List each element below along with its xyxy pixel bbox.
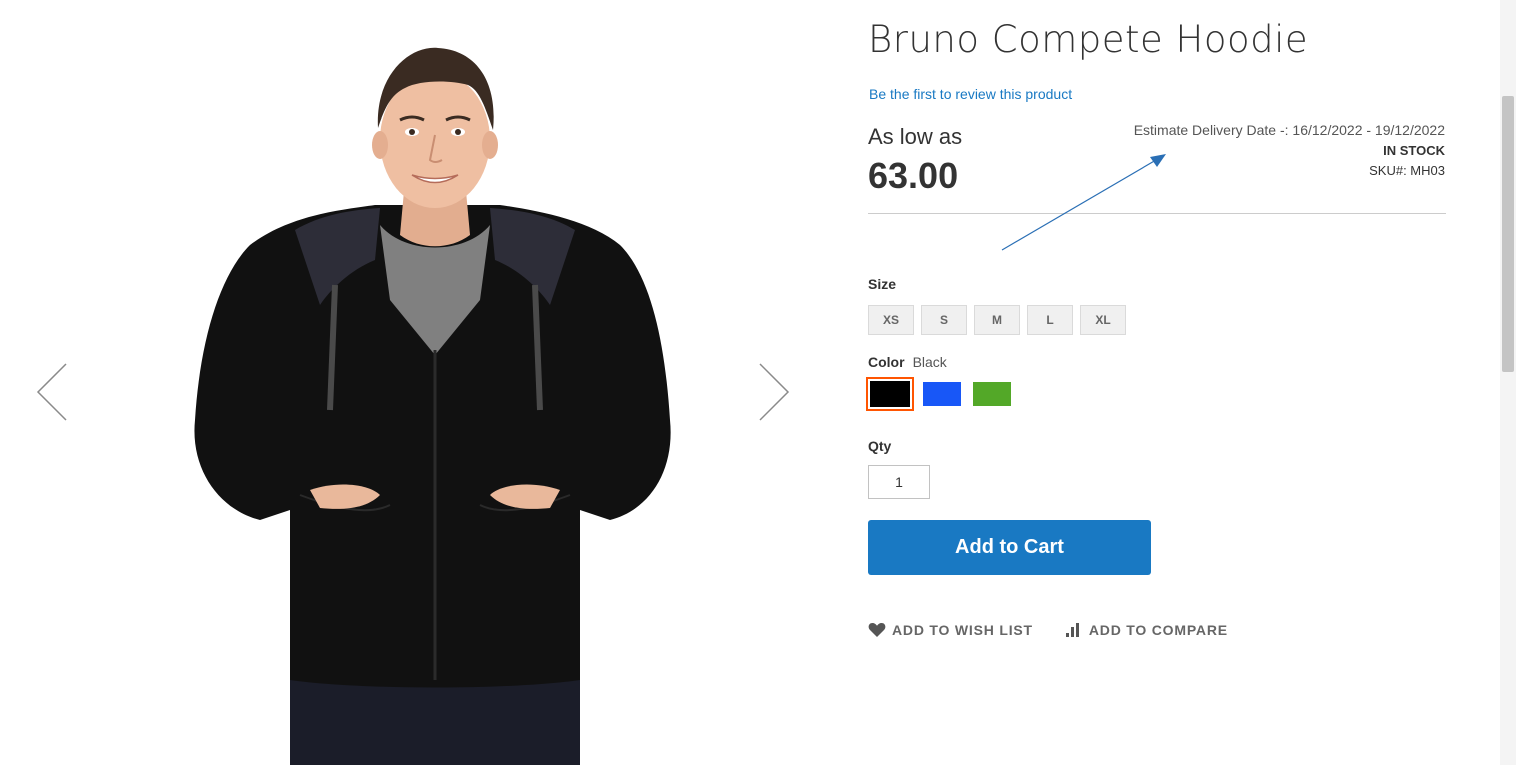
size-option-l[interactable]: L	[1027, 305, 1073, 335]
review-link[interactable]: Be the first to review this product	[869, 86, 1072, 102]
heart-icon	[868, 623, 886, 637]
wishlist-label: Add to Wish List	[892, 622, 1033, 638]
add-to-cart-button[interactable]: Add to Cart	[868, 520, 1151, 575]
color-swatches	[866, 377, 1012, 411]
gallery-next-button[interactable]	[756, 360, 796, 424]
size-swatches: XS S M L XL	[868, 305, 1126, 335]
stock-status: In stock	[1383, 143, 1445, 158]
size-label: Size	[868, 276, 897, 292]
product-title: Bruno Compete Hoodie	[868, 18, 1309, 61]
page-scrollbar[interactable]	[1500, 0, 1516, 765]
qty-input[interactable]	[868, 465, 930, 499]
delivery-estimate: Estimate Delivery Date -: 16/12/2022 - 1…	[1133, 122, 1445, 138]
price-value: 63.00	[868, 155, 959, 196]
add-to-compare-link[interactable]: Add to Compare	[1065, 622, 1228, 638]
size-option-xs[interactable]: XS	[868, 305, 914, 335]
product-info: Bruno Compete Hoodie Be the first to rev…	[866, 0, 1446, 765]
compare-label: Add to Compare	[1088, 622, 1228, 638]
color-option-green[interactable]	[972, 381, 1012, 407]
product-page: Bruno Compete Hoodie Be the first to rev…	[0, 0, 1516, 765]
chevron-left-icon	[36, 363, 67, 421]
size-option-s[interactable]: S	[921, 305, 967, 335]
size-option-xl[interactable]: XL	[1080, 305, 1126, 335]
color-option-blue[interactable]	[922, 381, 962, 407]
chevron-right-icon	[759, 363, 790, 421]
gallery-prev-button[interactable]	[30, 360, 70, 424]
product-sku: SKU#: MH03	[1369, 163, 1445, 178]
color-label-row: Color Black	[868, 354, 947, 370]
size-option-m[interactable]: M	[974, 305, 1020, 335]
scrollbar-thumb[interactable]	[1502, 96, 1514, 372]
secondary-actions: Add to Wish List Add to Compare	[868, 622, 1228, 638]
stock-info: Estimate Delivery Date -: 16/12/2022 - 1…	[1134, 122, 1445, 178]
color-label: Color	[868, 354, 905, 370]
add-to-wishlist-link[interactable]: Add to Wish List	[868, 622, 1033, 638]
bar-chart-icon	[1065, 623, 1079, 637]
product-image[interactable]	[180, 40, 690, 765]
color-selected-value: Black	[912, 354, 947, 370]
qty-label: Qty	[868, 438, 892, 454]
product-gallery	[0, 0, 830, 765]
annotation-arrow	[1001, 154, 1166, 251]
color-option-black[interactable]	[866, 377, 914, 411]
price-label: As low as	[868, 124, 963, 149]
